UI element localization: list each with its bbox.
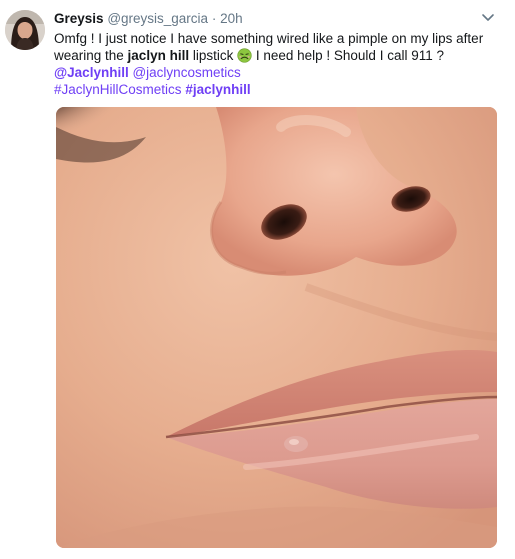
hashtag-link[interactable]: #jaclynhill: [185, 82, 250, 97]
mention-link[interactable]: @Jaclynhill: [54, 65, 129, 80]
avatar[interactable]: [5, 10, 45, 50]
text-segment: I need help ! Should I call 911 ?: [252, 48, 444, 63]
tweet-text-line-2: wearing the jaclyn hill lipstick I need …: [54, 47, 504, 64]
nauseated-face-emoji: [237, 48, 252, 63]
tweet: Greysis @greysis_garcia · 20h Omfg ! I j…: [0, 0, 515, 559]
tweet-mentions: @Jaclynhill @jaclyncosmetics: [54, 64, 504, 81]
mention-link[interactable]: @jaclyncosmetics: [132, 65, 240, 80]
tweet-hashtags: #JaclynHillCosmetics #jaclynhill: [54, 81, 504, 98]
chevron-down-icon[interactable]: [481, 13, 495, 23]
tweet-text: Omfg ! I just notice I have something wi…: [54, 30, 504, 98]
bold-brand-text: jaclyn hill: [127, 48, 190, 63]
display-name[interactable]: Greysis: [54, 11, 104, 26]
text-segment: wearing the: [54, 48, 128, 63]
tweet-photo[interactable]: [56, 107, 497, 548]
tweet-header: Greysis @greysis_garcia · 20h: [54, 11, 243, 27]
tweet-text-line-1: Omfg ! I just notice I have something wi…: [54, 31, 484, 46]
text-segment: lipstick: [189, 48, 238, 63]
separator-dot: ·: [211, 11, 217, 26]
user-handle[interactable]: @greysis_garcia: [107, 11, 208, 26]
tweet-timestamp[interactable]: 20h: [220, 11, 243, 26]
hashtag-link[interactable]: #JaclynHillCosmetics: [54, 82, 182, 97]
